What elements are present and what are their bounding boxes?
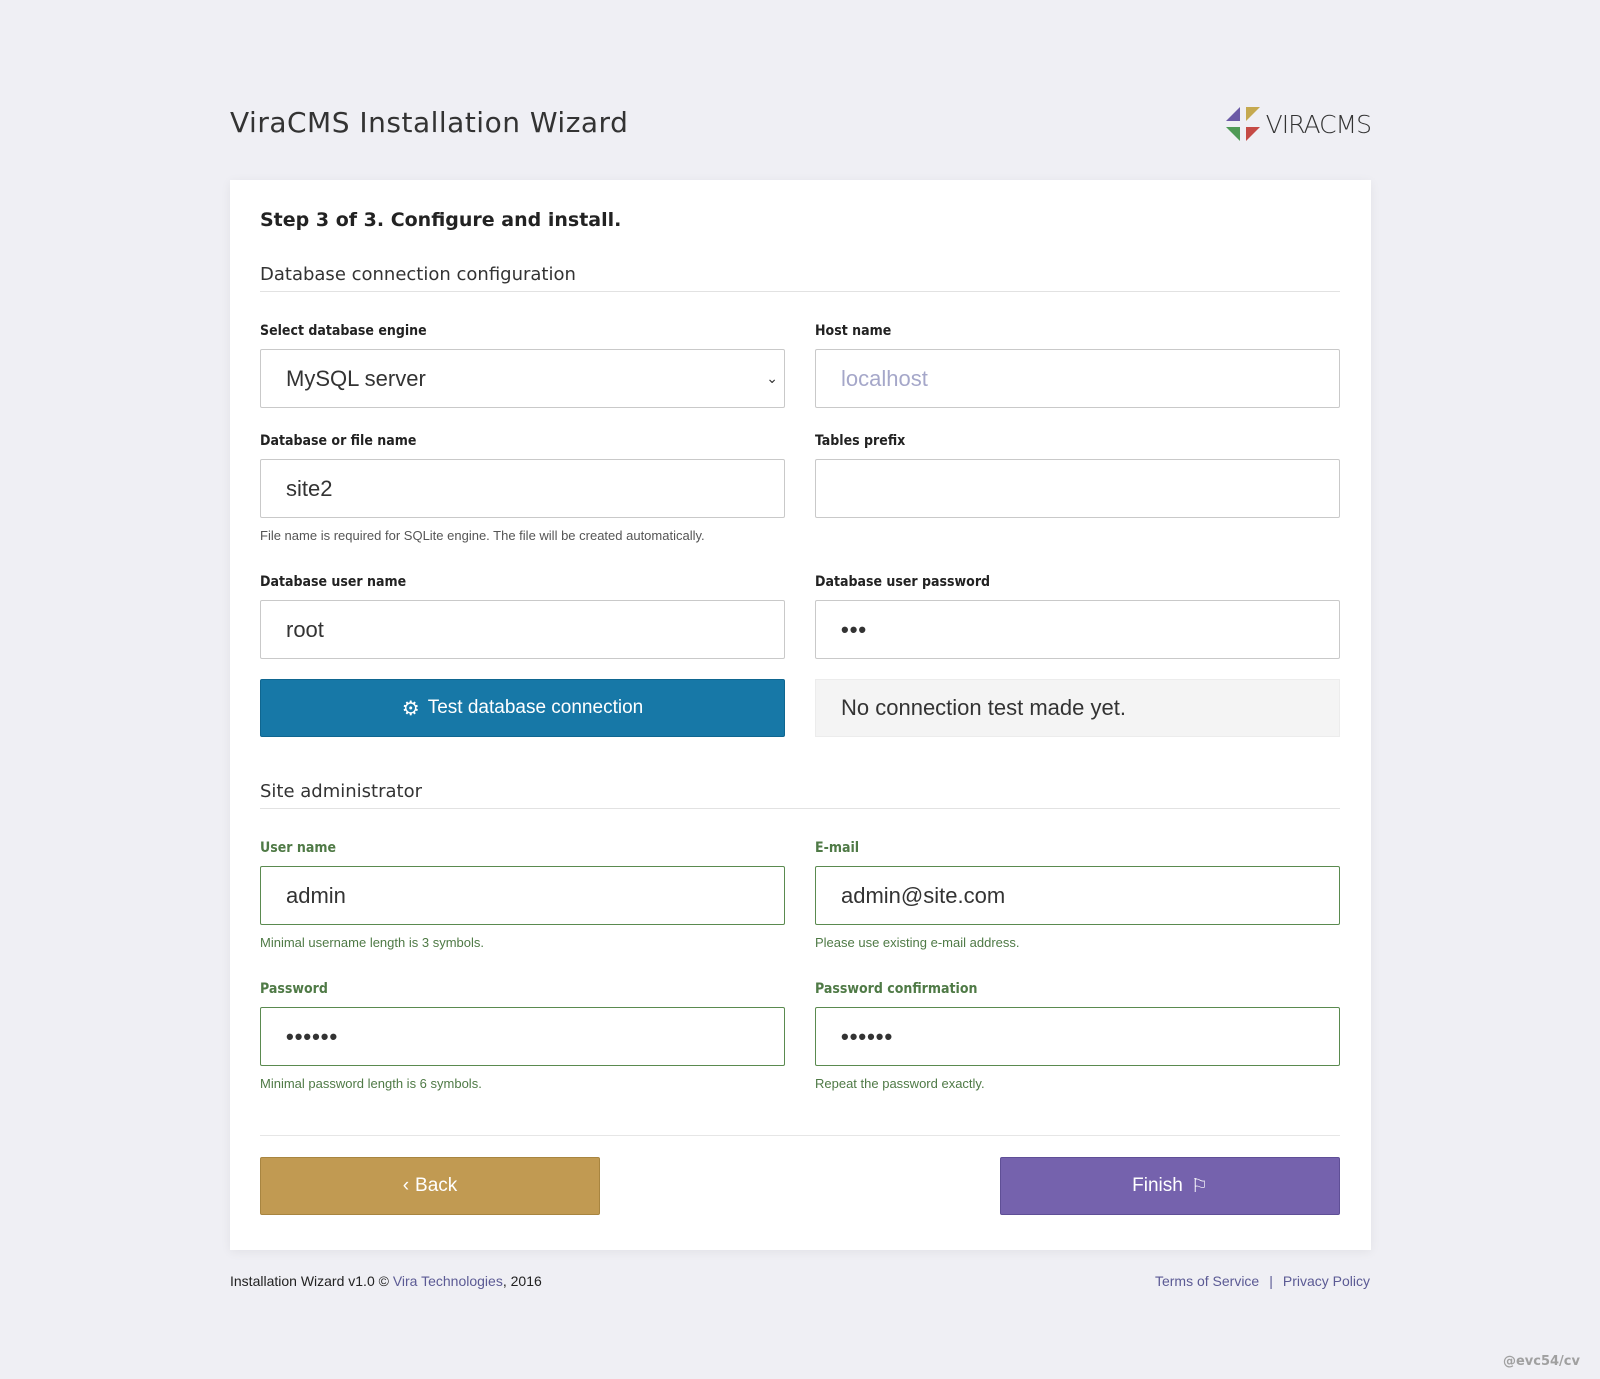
username-hint: Minimal username length is 3 symbols. [260, 935, 484, 950]
username-label: User name [260, 840, 337, 856]
terms-link[interactable]: Terms of Service [1155, 1273, 1259, 1289]
privacy-link[interactable]: Privacy Policy [1283, 1273, 1370, 1289]
test-connection-label: Test database connection [427, 697, 644, 718]
flag-icon: ⚐ [1190, 1175, 1208, 1197]
logo-text: VIRACMS [1265, 109, 1372, 139]
password-confirm-label: Password confirmation [815, 981, 978, 997]
logo-icon [1225, 107, 1260, 141]
prefix-input[interactable] [815, 459, 1340, 518]
engine-select[interactable]: MySQL server ⌄ [260, 349, 785, 408]
db-name-field: Database or file name site2 File name is… [260, 433, 785, 543]
db-user-input[interactable]: root [260, 600, 785, 659]
password-confirm-field: Password confirmation •••••• Repeat the … [815, 981, 1340, 1091]
wizard-card: Step 3 of 3. Configure and install. Data… [230, 180, 1371, 1250]
db-name-input[interactable]: site2 [260, 459, 785, 518]
db-password-label: Database user password [815, 574, 991, 590]
finish-label: Finish [1132, 1175, 1183, 1196]
username-input[interactable]: admin [260, 866, 785, 925]
password-input[interactable]: •••••• [260, 1007, 785, 1066]
password-label: Password [260, 981, 328, 997]
password-dots: •••••• [286, 1023, 339, 1049]
footer-copyright: Installation Wizard v1.0 © Vira Technolo… [230, 1273, 542, 1289]
db-user-label: Database user name [260, 574, 407, 590]
db-section-title: Database connection configuration [260, 264, 1340, 292]
engine-field: Select database engine MySQL server ⌄ [260, 323, 785, 408]
step-title: Step 3 of 3. Configure and install. [260, 209, 622, 231]
password-confirm-input[interactable]: •••••• [815, 1007, 1340, 1066]
chevron-down-icon: ⌄ [766, 370, 778, 386]
password-field: Password •••••• Minimal password length … [260, 981, 785, 1091]
wizard-container: ViraCMS Installation Wizard VIRACMS Step… [230, 0, 1372, 1250]
host-input[interactable]: localhost [815, 349, 1340, 408]
email-hint: Please use existing e-mail address. [815, 935, 1020, 950]
company-link[interactable]: Vira Technologies [393, 1273, 503, 1289]
db-password-input[interactable]: ••• [815, 600, 1340, 659]
engine-label: Select database engine [260, 323, 427, 339]
db-name-hint: File name is required for SQLite engine.… [260, 528, 705, 543]
db-name-label: Database or file name [260, 433, 417, 449]
db-user-field: Database user name root [260, 574, 785, 659]
back-button[interactable]: ‹ Back [260, 1157, 600, 1215]
footer-suffix: , 2016 [502, 1273, 542, 1289]
db-password-dots: ••• [841, 616, 868, 642]
password-confirm-dots: •••••• [841, 1023, 894, 1049]
engine-value: MySQL server [286, 365, 426, 391]
email-label: E-mail [815, 840, 860, 856]
email-field: E-mail admin@site.com Please use existin… [815, 840, 1340, 950]
footer-separator: | [1269, 1273, 1273, 1289]
password-confirm-hint: Repeat the password exactly. [815, 1076, 985, 1091]
host-field: Host name localhost [815, 323, 1340, 408]
gears-icon: ⚙ [401, 697, 420, 720]
test-connection-button[interactable]: ⚙ Test database connection [260, 679, 785, 737]
actions-divider [260, 1135, 1340, 1136]
prefix-field: Tables prefix [815, 433, 1340, 518]
footer-prefix: Installation Wizard v1.0 © [230, 1273, 393, 1289]
logo: VIRACMS [1224, 104, 1372, 144]
prefix-label: Tables prefix [815, 433, 906, 449]
header: ViraCMS Installation Wizard VIRACMS [230, 0, 1372, 180]
chevron-left-icon: ‹ [402, 1175, 410, 1196]
finish-button[interactable]: Finish ⚐ [1000, 1157, 1340, 1215]
username-field: User name admin Minimal username length … [260, 840, 785, 950]
connection-status: No connection test made yet. [815, 679, 1340, 737]
admin-section-title: Site administrator [260, 781, 1340, 809]
db-password-field: Database user password ••• [815, 574, 1340, 659]
page-title: ViraCMS Installation Wizard [230, 106, 629, 139]
back-label: Back [415, 1175, 458, 1196]
host-label: Host name [815, 323, 892, 339]
password-hint: Minimal password length is 6 symbols. [260, 1076, 482, 1091]
watermark: @evc54/cv [1502, 1354, 1580, 1369]
email-input[interactable]: admin@site.com [815, 866, 1340, 925]
footer-links: Terms of Service | Privacy Policy [1155, 1273, 1370, 1289]
